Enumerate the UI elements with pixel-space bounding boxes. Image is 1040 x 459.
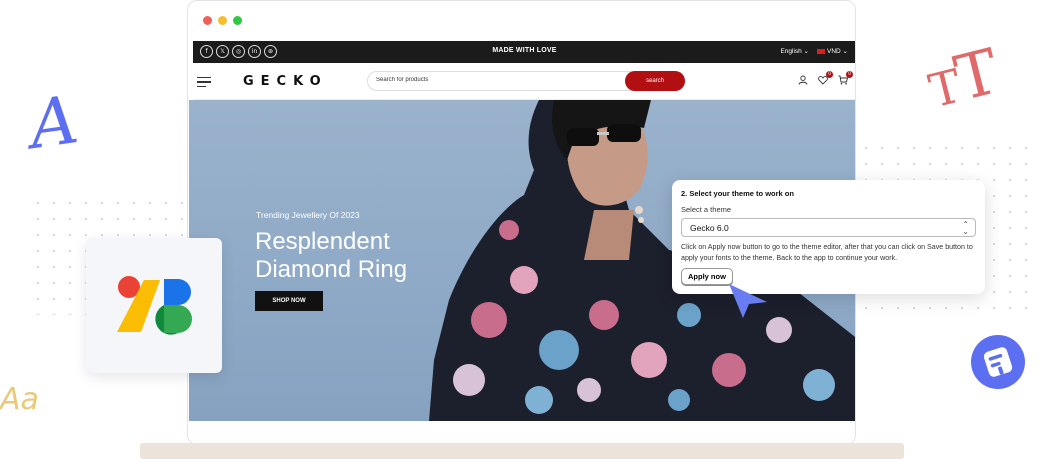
device-stand — [140, 443, 904, 459]
theme-select-popup: 2. Select your theme to work on Select a… — [672, 180, 985, 294]
apply-now-button[interactable]: Apply now — [681, 268, 733, 285]
theme-select-value: Gecko 6.0 — [690, 223, 729, 233]
pointer-cursor-icon — [729, 284, 767, 318]
decorative-letters-aa: Aa — [0, 382, 39, 417]
search-button[interactable]: search — [625, 71, 685, 91]
account-icon[interactable] — [798, 75, 808, 88]
wishlist-count-badge: 0 — [826, 71, 833, 78]
wishlist-icon[interactable]: 0 — [818, 71, 833, 88]
store-logo[interactable]: GECKO — [243, 74, 328, 89]
window-minimize-dot[interactable] — [218, 16, 227, 25]
select-arrows-icon: ⌃ ⌄ — [962, 220, 969, 236]
header-actions: 0 0 — [798, 71, 853, 88]
menu-icon[interactable] — [197, 77, 211, 90]
search-input[interactable] — [376, 77, 616, 83]
font-app-badge-icon — [971, 335, 1025, 389]
topbar-settings: English ⌄ VND ⌄ — [780, 47, 848, 55]
app-logo-icon — [117, 276, 192, 335]
cart-count-badge: 0 — [846, 71, 853, 78]
popup-help-text: Click on Apply now button to go to the t… — [681, 243, 973, 262]
search-bar: search — [367, 71, 685, 91]
hero-title: Resplendent Diamond Ring — [255, 228, 408, 283]
topbar-announcement: MADE WITH LOVE — [492, 47, 557, 54]
store-topbar: f 𝕏 ◎ in ⊛ MADE WITH LOVE English ⌄ VND … — [193, 41, 855, 63]
decorative-letter-a: A — [24, 81, 83, 164]
language-selector[interactable]: English ⌄ — [780, 47, 809, 55]
theme-select[interactable]: Gecko 6.0 ⌃ ⌄ — [681, 218, 976, 237]
hero-subtitle: Trending Jewellery Of 2023 — [256, 210, 360, 220]
shop-now-button[interactable]: SHOP NOW — [255, 291, 323, 311]
currency-selector[interactable]: VND ⌄ — [817, 47, 848, 55]
vietnam-flag-icon — [817, 48, 826, 54]
browser-titlebar — [188, 1, 855, 41]
popup-title: 2. Select your theme to work on — [681, 189, 794, 198]
window-close-dot[interactable] — [203, 16, 212, 25]
app-icon-card — [86, 238, 222, 373]
store-header: GECKO search 0 0 — [193, 63, 855, 100]
decorative-letters-tt: TT — [923, 34, 1004, 119]
theme-select-label: Select a theme — [681, 205, 732, 214]
cart-icon[interactable]: 0 — [838, 71, 853, 88]
window-maximize-dot[interactable] — [233, 16, 242, 25]
